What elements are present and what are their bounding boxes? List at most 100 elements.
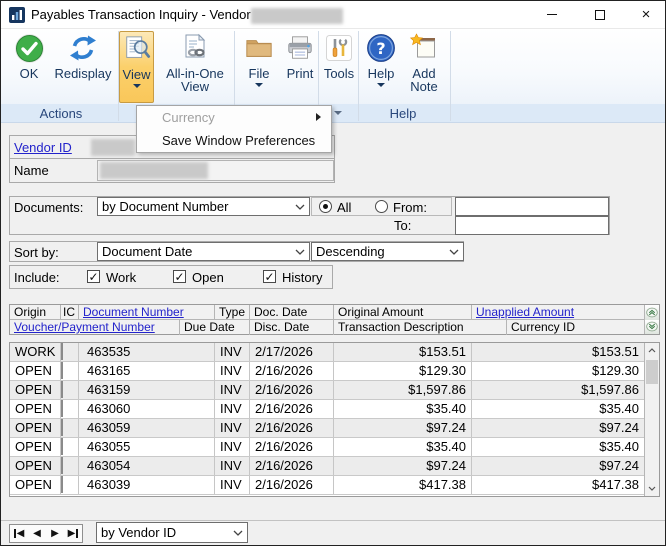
sortby-section: Sort by: Document Date Descending: [9, 241, 464, 262]
cell-unapplied-amount: $97.24: [599, 420, 639, 435]
minimize-button[interactable]: [534, 1, 570, 28]
ic-checkbox[interactable]: [61, 457, 63, 474]
next-record-icon: ▶: [51, 528, 59, 539]
print-label: Print: [286, 66, 314, 81]
go-last-button[interactable]: ▶: [64, 525, 82, 542]
cell-doc-date: 2/16/2026: [250, 400, 334, 418]
help-button[interactable]: ? Help: [361, 31, 401, 103]
go-first-button[interactable]: ◀: [10, 525, 28, 542]
help-label: Help: [367, 66, 395, 81]
help-icon: ?: [366, 31, 396, 65]
group-label-actions: Actions: [39, 106, 83, 121]
cell-ic: [61, 400, 79, 418]
ribbon-separator: [450, 31, 451, 121]
redacted-vendor-name: [251, 8, 343, 24]
chevron-down-icon: [295, 204, 305, 210]
to-label: To:: [394, 218, 412, 233]
table-row[interactable]: OPEN 463055 INV 2/16/2026 $35.40 $35.40: [10, 438, 659, 457]
view-button[interactable]: View: [119, 31, 154, 103]
collapse-rows-button[interactable]: [644, 305, 659, 320]
redisplay-button[interactable]: Redisplay: [51, 31, 115, 103]
all-in-one-view-button[interactable]: All-in-One View: [157, 31, 233, 103]
menu-item-currency[interactable]: Currency: [137, 106, 331, 129]
header-due-date: Due Date: [180, 320, 250, 335]
menu-item-save-window-preferences[interactable]: Save Window Preferences: [137, 129, 331, 152]
include-section: Include: ✓ Work ✓ Open ✓ History: [9, 265, 333, 289]
all-radio-label: All: [337, 200, 352, 215]
ic-checkbox[interactable]: [61, 381, 63, 398]
cell-type: INV: [215, 419, 250, 437]
vertical-scrollbar[interactable]: [644, 343, 659, 496]
redisplay-label: Redisplay: [54, 66, 112, 81]
table-row[interactable]: WORK 463535 INV 2/17/2026 $153.51 $153.5…: [10, 343, 659, 362]
print-button[interactable]: Print: [280, 31, 320, 103]
cell-origin: OPEN: [10, 400, 61, 418]
ic-checkbox[interactable]: [61, 419, 63, 436]
cell-origin: OPEN: [10, 438, 61, 456]
scroll-down-button[interactable]: [645, 481, 659, 496]
header-unapplied-amount-link[interactable]: Unapplied Amount: [472, 305, 644, 319]
header-type: Type: [215, 305, 250, 319]
ic-checkbox[interactable]: [61, 343, 63, 360]
ic-checkbox[interactable]: [61, 362, 63, 379]
scroll-up-button[interactable]: [645, 343, 659, 358]
cell-unapplied-amount: $153.51: [592, 344, 639, 359]
cell-type: INV: [215, 343, 250, 361]
include-history-label: History: [282, 270, 323, 285]
cell-unapplied-amount: $97.24: [599, 458, 639, 473]
sortby-value: Document Date: [102, 244, 193, 259]
go-next-button[interactable]: ▶: [46, 525, 64, 542]
last-record-icon: [76, 529, 79, 538]
close-button[interactable]: ×: [627, 1, 665, 28]
to-input[interactable]: [455, 216, 609, 235]
table-header: Origin IC Document Number Type Doc. Date…: [9, 304, 660, 335]
ok-button[interactable]: OK: [7, 31, 51, 103]
browse-by-select[interactable]: by Vendor ID: [96, 522, 248, 543]
cell-unapplied-amount: $1,597.86: [581, 382, 639, 397]
close-icon: ×: [641, 6, 651, 23]
cell-original-amount: $35.40: [334, 438, 472, 456]
from-radio[interactable]: [375, 200, 388, 213]
header-voucher-payment-number-link[interactable]: Voucher/Payment Number: [10, 320, 180, 335]
table-row[interactable]: OPEN 463059 INV 2/16/2026 $97.24 $97.24: [10, 419, 659, 438]
sortby-select[interactable]: Document Date: [97, 242, 310, 261]
browse-by-value: by Vendor ID: [101, 525, 177, 540]
expand-rows-button[interactable]: [644, 319, 659, 334]
cell-doc-date: 2/16/2026: [250, 476, 334, 494]
file-button[interactable]: File: [239, 31, 279, 103]
include-label: Include:: [14, 270, 60, 285]
cell-ic: [61, 343, 79, 361]
file-label: File: [248, 66, 270, 81]
header-document-number-link[interactable]: Document Number: [79, 305, 215, 319]
cell-origin: OPEN: [10, 381, 61, 399]
ic-checkbox[interactable]: [61, 438, 63, 455]
add-note-button[interactable]: Add Note: [401, 31, 447, 103]
from-input[interactable]: [455, 197, 609, 216]
header-ic: IC: [61, 305, 79, 319]
ic-checkbox[interactable]: [61, 476, 63, 493]
include-open-checkbox[interactable]: ✓: [173, 270, 186, 283]
table-row[interactable]: OPEN 463159 INV 2/16/2026 $1,597.86 $1,5…: [10, 381, 659, 400]
documents-range-select[interactable]: by Document Number: [97, 197, 310, 216]
view-icon: [123, 32, 151, 66]
include-history-checkbox[interactable]: ✓: [263, 270, 276, 283]
tools-button[interactable]: Tools: [319, 31, 359, 103]
vendor-id-link[interactable]: Vendor ID: [14, 140, 72, 155]
table-row[interactable]: OPEN 463054 INV 2/16/2026 $97.24 $97.24: [10, 457, 659, 476]
all-radio[interactable]: [319, 200, 332, 213]
documents-label: Documents:: [14, 200, 84, 215]
scrollbar-thumb[interactable]: [646, 360, 658, 384]
chevron-down-icon: [233, 530, 243, 536]
include-open-label: Open: [192, 270, 224, 285]
vendor-name-label: Name: [14, 163, 49, 178]
ok-label: OK: [19, 66, 39, 81]
maximize-button[interactable]: [582, 1, 618, 28]
table-row[interactable]: OPEN 463039 INV 2/16/2026 $417.38 $417.3…: [10, 476, 659, 495]
go-previous-button[interactable]: ◀: [28, 525, 46, 542]
sort-direction-select[interactable]: Descending: [311, 242, 464, 261]
ic-checkbox[interactable]: [61, 400, 63, 417]
table-row[interactable]: OPEN 463060 INV 2/16/2026 $35.40 $35.40: [10, 400, 659, 419]
add-note-label: Add Note: [410, 66, 438, 94]
table-row[interactable]: OPEN 463165 INV 2/16/2026 $129.30 $129.3…: [10, 362, 659, 381]
include-work-checkbox[interactable]: ✓: [87, 270, 100, 283]
